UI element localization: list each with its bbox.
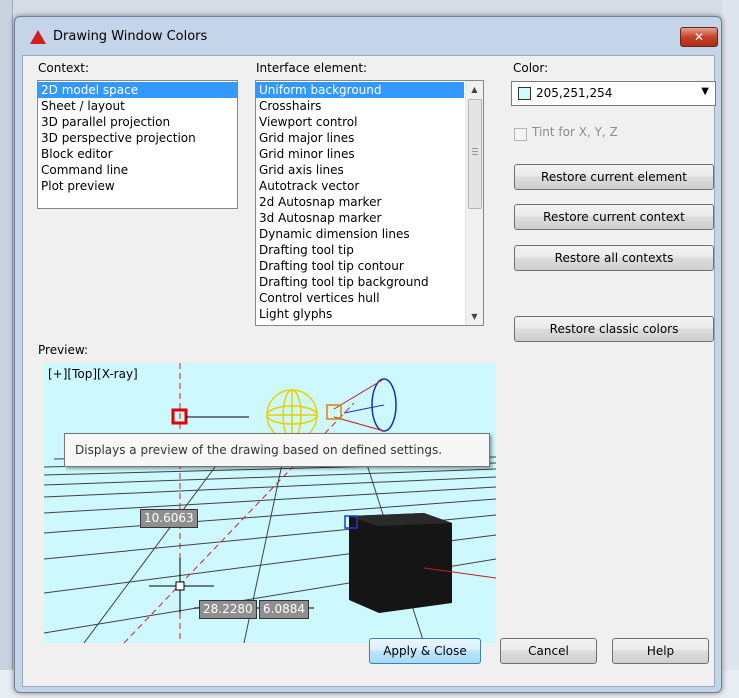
drawing-window-colors-dialog: Drawing Window Colors ✕ Context: 2D mode… [14, 16, 722, 693]
color-label: Color: [513, 61, 549, 75]
context-list-item[interactable]: 3D perspective projection [38, 130, 237, 146]
interface-element-list-item[interactable]: Drafting tool tip contour [256, 258, 464, 274]
interface-element-list-item[interactable]: Viewport control [256, 114, 464, 130]
context-list-item[interactable]: 2D model space [38, 82, 237, 98]
title-bar: Drawing Window Colors ✕ [15, 17, 721, 55]
restore-current-context-button[interactable]: Restore current context [514, 204, 714, 230]
scroll-up-icon[interactable]: ▲ [466, 81, 483, 98]
context-listbox[interactable]: 2D model space Sheet / layout 3D parallel … [37, 80, 238, 209]
interface-element-label: Interface element: [256, 61, 368, 75]
dialog-client-area: Context: 2D model space Sheet / layout 3D … [22, 55, 716, 687]
background-window-right [722, 0, 739, 698]
interface-element-list-item[interactable]: Grid minor lines [256, 146, 464, 162]
preview-pane: [+][Top][X-ray] 10.6063 28.2280 6.0884 [44, 363, 496, 643]
interface-element-list-item[interactable]: Autotrack vector [256, 178, 464, 194]
interface-element-list-item[interactable]: 3d Autosnap marker [256, 210, 464, 226]
interface-element-list-item[interactable]: Drafting tool tip [256, 242, 464, 258]
context-label: Context: [38, 61, 90, 75]
restore-all-contexts-button[interactable]: Restore all contexts [514, 245, 714, 271]
interface-element-list-item[interactable]: Control vertices hull [256, 290, 464, 306]
dimension-value-3: 6.0884 [259, 600, 309, 619]
interface-element-list-item[interactable]: Light glyphs [256, 306, 464, 322]
interface-element-list-item[interactable]: Drafting tool tip background [256, 274, 464, 290]
chevron-down-icon[interactable]: ▼ [701, 86, 709, 97]
context-list-item[interactable]: Plot preview [38, 178, 237, 194]
color-value: 205,251,254 [536, 86, 613, 100]
color-swatch [518, 87, 531, 100]
restore-current-element-button[interactable]: Restore current element [514, 164, 714, 190]
preview-tooltip: Displays a preview of the drawing based … [64, 433, 490, 467]
cancel-button[interactable]: Cancel [500, 638, 597, 664]
context-list-item[interactable]: Block editor [38, 146, 237, 162]
interface-element-list-item[interactable]: Dynamic dimension lines [256, 226, 464, 242]
tint-checkbox-label: Tint for X, Y, Z [532, 125, 618, 139]
help-button[interactable]: Help [612, 638, 709, 664]
scroll-down-icon[interactable]: ▼ [466, 308, 483, 325]
interface-element-listbox[interactable]: Uniform background Crosshairs Viewport con… [255, 80, 484, 326]
dialog-title: Drawing Window Colors [53, 29, 208, 44]
interface-element-list-item[interactable]: Grid axis lines [256, 162, 464, 178]
grip-icon [472, 148, 478, 155]
autocad-logo-icon [30, 30, 46, 44]
context-list-item[interactable]: 3D parallel projection [38, 114, 237, 130]
restore-classic-colors-button[interactable]: Restore classic colors [514, 316, 714, 342]
spotlight-glyph-icon [326, 378, 397, 432]
interface-element-scrollbar[interactable]: ▲ ▼ [465, 81, 483, 325]
viewport-control: [+][Top][X-ray] [48, 367, 138, 381]
dimension-value-2: 28.2280 [199, 600, 257, 619]
interface-element-list-item[interactable]: Uniform background [256, 82, 464, 98]
interface-element-list-item[interactable]: 2d Autosnap marker [256, 194, 464, 210]
context-list-item[interactable]: Sheet / layout [38, 98, 237, 114]
scroll-thumb[interactable] [468, 99, 482, 209]
color-dropdown[interactable]: 205,251,254 ▼ [511, 81, 716, 106]
apply-close-button[interactable]: Apply & Close [369, 638, 481, 664]
close-button[interactable]: ✕ [680, 27, 718, 47]
context-list-item[interactable]: Command line [38, 162, 237, 178]
interface-element-list-item[interactable]: Crosshairs [256, 98, 464, 114]
interface-element-list-item[interactable]: Grid major lines [256, 130, 464, 146]
preview-label: Preview: [38, 343, 89, 357]
background-window-left [0, 0, 13, 698]
dimension-value-1: 10.6063 [140, 509, 198, 528]
tint-checkbox[interactable] [514, 128, 527, 141]
